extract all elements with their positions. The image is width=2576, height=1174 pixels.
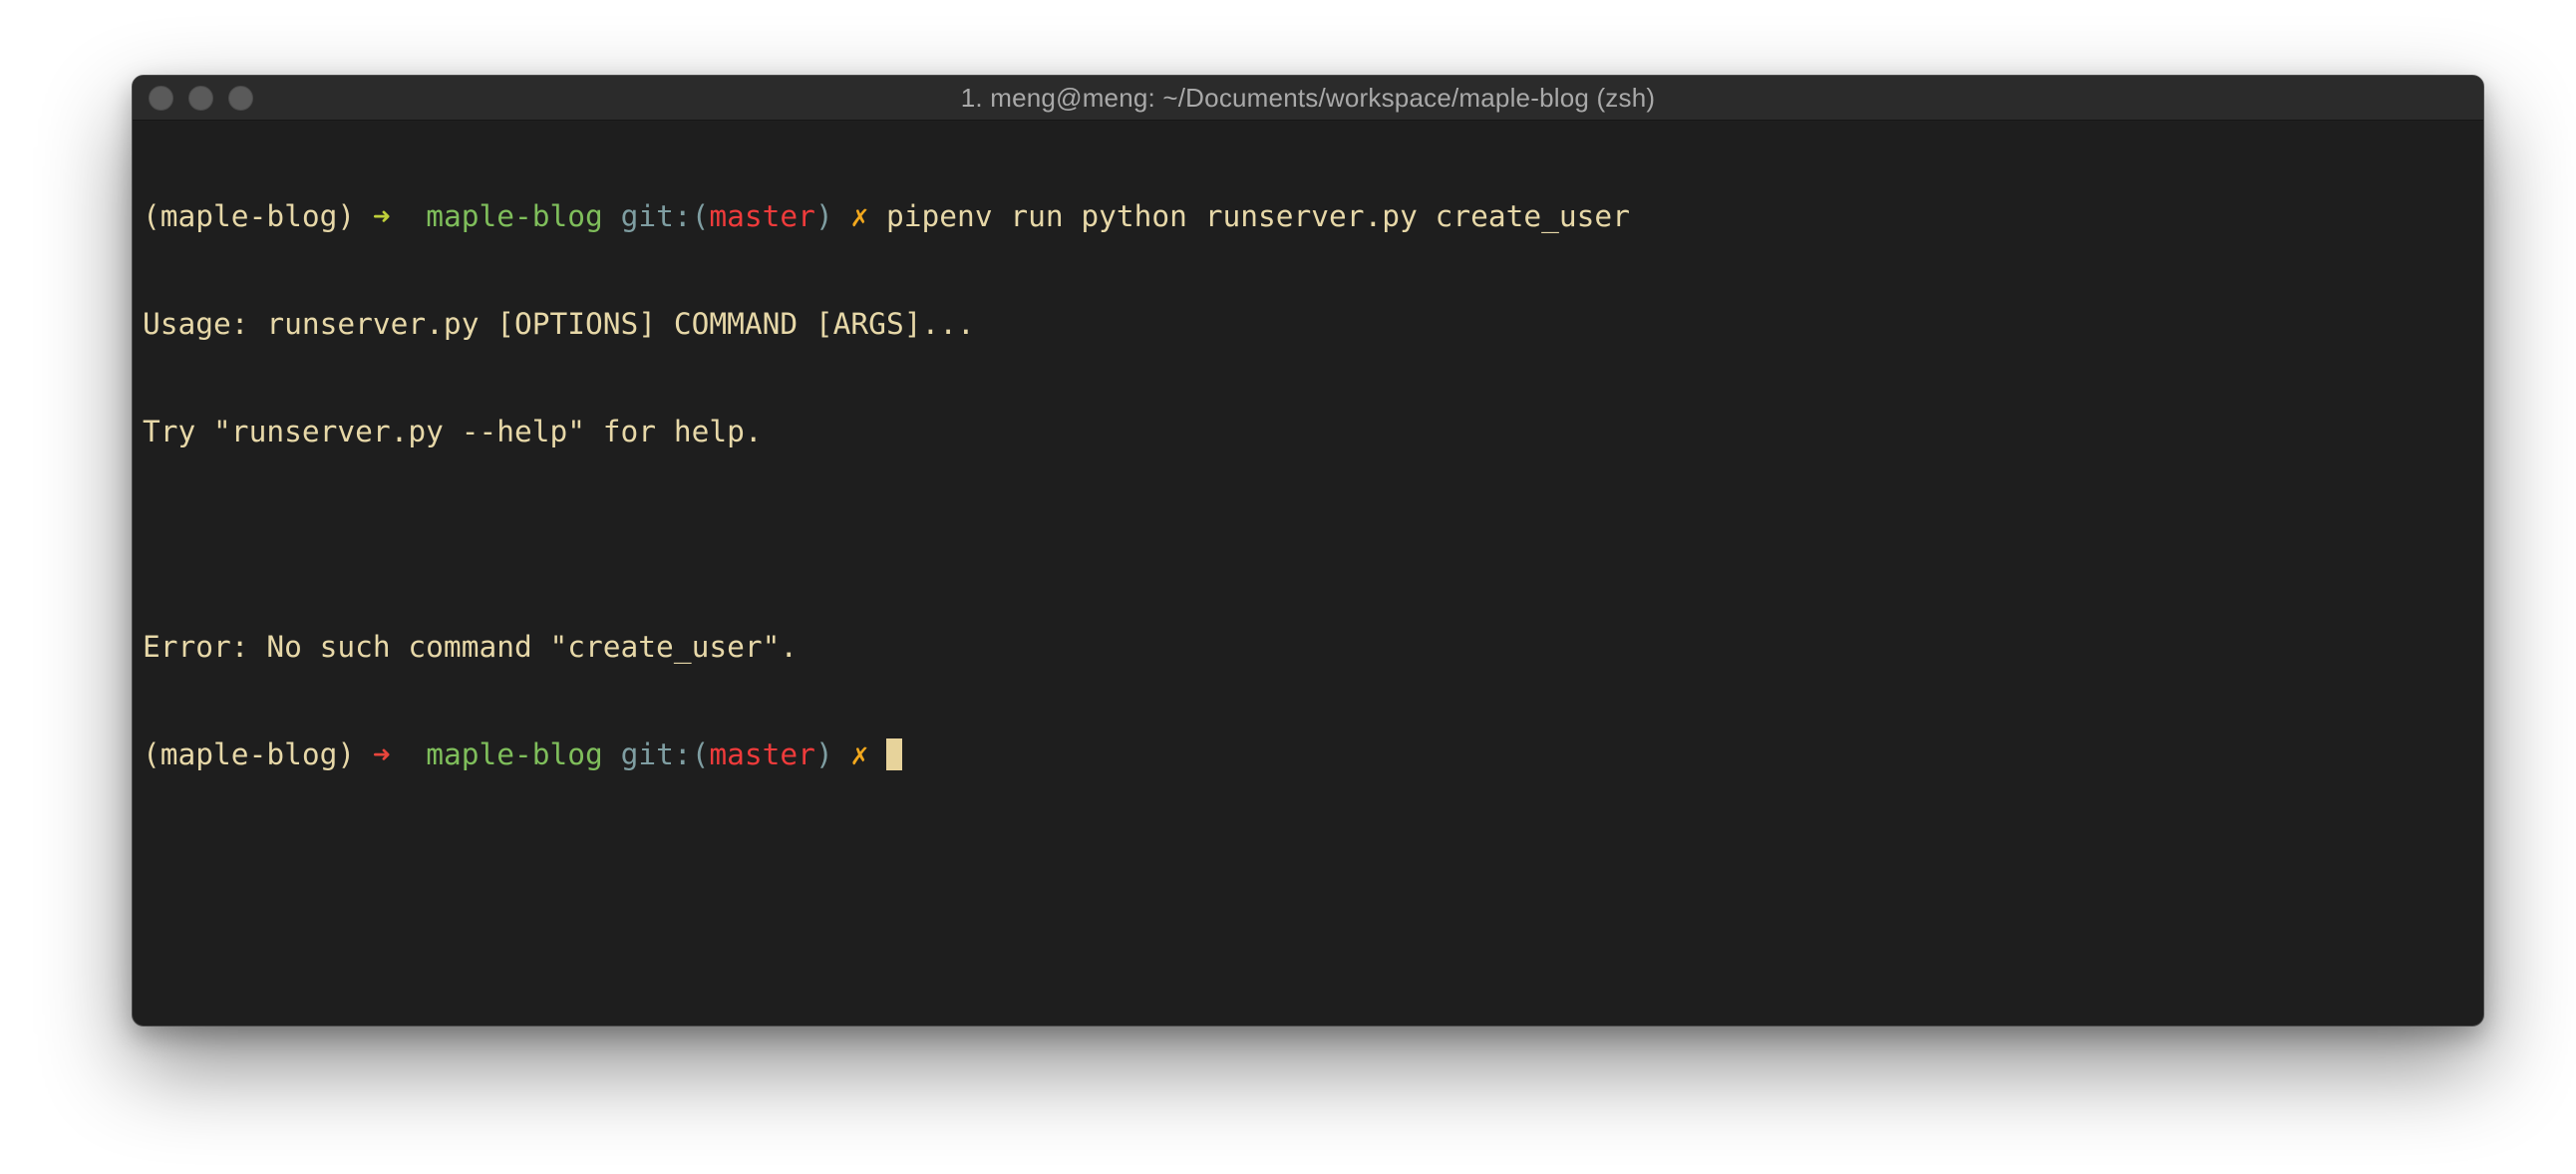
prompt-arrow-icon: ➜	[372, 199, 391, 233]
zoom-window-button[interactable]	[228, 86, 253, 111]
prompt-line: (maple-blog) ➜ maple-blog git:(master) ✗…	[143, 198, 2473, 234]
git-branch: master	[709, 737, 815, 771]
output-line: Try "runserver.py --help" for help.	[143, 415, 763, 448]
close-window-button[interactable]	[149, 86, 173, 111]
terminal-output[interactable]: (maple-blog) ➜ maple-blog git:(master) ✗…	[133, 121, 2483, 844]
window-title: 1. meng@meng: ~/Documents/workspace/mapl…	[960, 82, 1656, 113]
dirty-marker-icon: ✗	[850, 199, 869, 233]
git-label-close: )	[814, 199, 833, 233]
error-line: Error: No such command "create_user".	[143, 630, 799, 664]
venv-indicator: (maple-blog)	[143, 737, 373, 771]
current-directory: maple-blog	[426, 199, 603, 233]
minimize-window-button[interactable]	[188, 86, 213, 111]
title-bar[interactable]: 1. meng@meng: ~/Documents/workspace/mapl…	[133, 76, 2483, 121]
git-label-close: )	[814, 737, 833, 771]
git-label-open: git:(	[620, 737, 710, 771]
terminal-window: 1. meng@meng: ~/Documents/workspace/mapl…	[132, 75, 2484, 1027]
current-directory: maple-blog	[426, 737, 603, 771]
venv-indicator: (maple-blog)	[143, 199, 373, 233]
output-line: Usage: runserver.py [OPTIONS] COMMAND [A…	[143, 307, 975, 341]
prompt-arrow-icon: ➜	[372, 737, 391, 771]
git-label-open: git:(	[620, 199, 710, 233]
command-text: pipenv run python runserver.py create_us…	[886, 199, 1630, 233]
git-branch: master	[709, 199, 815, 233]
dirty-marker-icon: ✗	[850, 737, 869, 771]
prompt-line: (maple-blog) ➜ maple-blog git:(master) ✗	[143, 736, 2473, 772]
window-controls	[149, 76, 253, 121]
output-line-blank	[143, 521, 2473, 557]
text-cursor	[886, 738, 903, 770]
